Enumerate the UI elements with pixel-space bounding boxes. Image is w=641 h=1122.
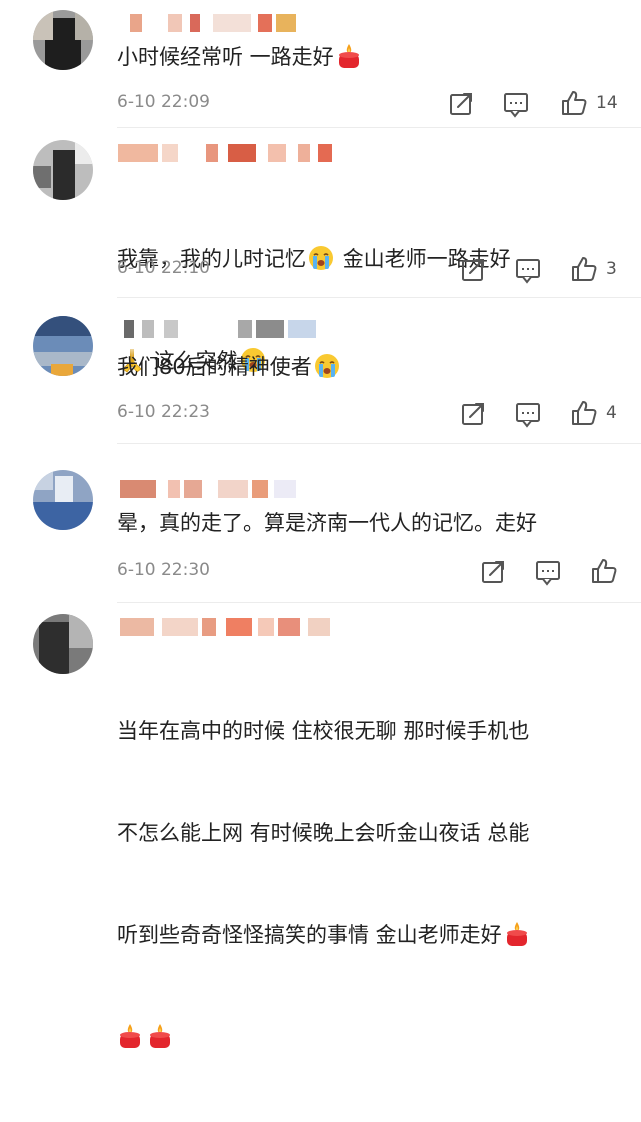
comment-time: 6-10 22:10	[117, 258, 210, 278]
thumbs-up-icon[interactable]	[570, 255, 598, 283]
comment-text: 我们80后的精神使者	[117, 350, 617, 384]
share-icon[interactable]	[479, 558, 507, 586]
candle-icon	[504, 921, 530, 947]
crying-face-icon	[308, 245, 334, 271]
share-icon[interactable]	[459, 256, 487, 284]
crying-face-icon	[314, 353, 340, 379]
like-count: 14	[596, 93, 618, 113]
candle-icon	[147, 1023, 173, 1049]
share-icon[interactable]	[459, 400, 487, 428]
avatar[interactable]	[33, 316, 93, 376]
thumbs-up-icon[interactable]	[560, 89, 588, 117]
comment-text: 晕，真的走了。算是济南一代人的记忆。走好	[117, 511, 537, 535]
comment-icon[interactable]	[514, 400, 542, 428]
comment-icon[interactable]	[502, 90, 530, 118]
comment-1: 小时候经常听 一路走好 6-10 22:09 14	[0, 0, 641, 128]
thumbs-up-icon[interactable]	[590, 557, 618, 585]
comment-line: 听到些奇奇怪怪搞笑的事情 金山老师走好	[117, 923, 502, 947]
divider	[117, 602, 641, 603]
comment-line: 不怎么能上网 有时候晚上会听金山夜话 总能	[117, 821, 530, 845]
comment-icon[interactable]	[534, 558, 562, 586]
comment-text: 小时候经常听 一路走好	[117, 40, 617, 74]
thumbs-up-icon[interactable]	[570, 399, 598, 427]
avatar[interactable]	[33, 140, 93, 200]
comment-icon[interactable]	[514, 256, 542, 284]
comment-time: 6-10 22:09	[117, 92, 210, 112]
avatar[interactable]	[33, 470, 93, 530]
candle-icon	[336, 43, 362, 69]
share-icon[interactable]	[447, 90, 475, 118]
comment-time: 6-10 22:30	[117, 560, 210, 580]
comment-3: 我们80后的精神使者 6-10 22:23 4	[0, 298, 641, 444]
comment-line: 当年在高中的时候 住校很无聊 那时候手机也	[117, 719, 530, 743]
like-count: 3	[606, 259, 617, 279]
comment-5: 当年在高中的时候 住校很无聊 那时候手机也 不怎么能上网 有时候晚上会听金山夜话…	[0, 604, 641, 787]
avatar[interactable]	[33, 10, 93, 70]
comment-text: 当年在高中的时候 住校很无聊 那时候手机也 不怎么能上网 有时候晚上会听金山夜话…	[117, 646, 617, 1122]
like-count: 4	[606, 403, 617, 423]
comment-2: 我靠，我的儿时记忆 金山老师一路走好 这么突然 6-10 22:10 3	[0, 128, 641, 373]
comment-time: 6-10 22:23	[117, 402, 210, 422]
comment-4: 晕，真的走了。算是济南一代人的记忆。走好 6-10 22:30	[0, 444, 641, 603]
candle-icon	[117, 1023, 143, 1049]
avatar[interactable]	[33, 614, 93, 674]
